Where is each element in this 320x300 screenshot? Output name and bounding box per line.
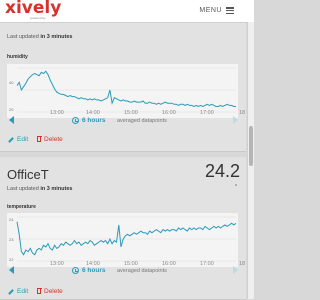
- duration-selector[interactable]: 6 hours: [82, 117, 105, 124]
- device-name[interactable]: OfficeT: [7, 167, 49, 182]
- duration-selector[interactable]: 6 hours: [82, 267, 105, 274]
- x-label: 15:00: [124, 110, 138, 116]
- device-card: OfficeT 24.2 c Last updated in 3 minutes…: [0, 157, 246, 300]
- scrollbar-thumb[interactable]: [249, 126, 253, 166]
- chevron-right-icon[interactable]: [233, 116, 238, 124]
- averaged-note: averaged datapoints: [117, 268, 167, 274]
- delete-button[interactable]: Delete: [44, 288, 63, 295]
- series-line: [16, 221, 237, 256]
- delete-button[interactable]: Delete: [44, 136, 63, 143]
- hamburger-icon[interactable]: [226, 7, 234, 15]
- x-label: 17:00: [200, 110, 214, 116]
- app-header: xively powered by MENU: [0, 0, 254, 23]
- y-tick: 20: [9, 107, 14, 112]
- temperature-chart-svg: [16, 216, 237, 262]
- current-value: 24.2: [204, 161, 240, 181]
- menu-button-label[interactable]: MENU: [199, 7, 222, 14]
- x-label: 18: [239, 110, 246, 116]
- value-unit: c: [235, 182, 237, 187]
- x-label: 16:00: [162, 261, 176, 267]
- y-tick: 24: [9, 217, 14, 222]
- channel-label: temperature: [7, 204, 36, 210]
- series-line: [16, 70, 236, 108]
- channel-label: humidity: [7, 54, 28, 60]
- chevron-left-icon[interactable]: [9, 266, 14, 274]
- device-card: Last updated in 3 minutes humidity 40 20…: [0, 23, 246, 152]
- y-tick: 40: [9, 80, 14, 85]
- pencil-icon: [8, 289, 14, 295]
- x-label: 14:00: [86, 110, 100, 116]
- averaged-note: averaged datapoints: [117, 118, 167, 124]
- x-label: 15:00: [124, 261, 138, 267]
- x-label: 18: [239, 261, 246, 267]
- x-label: 16:00: [162, 110, 176, 116]
- clock-icon: [72, 267, 79, 274]
- edit-button[interactable]: Edit: [17, 136, 28, 143]
- chevron-left-icon[interactable]: [9, 116, 14, 124]
- pencil-icon: [8, 137, 14, 143]
- x-label: 13:00: [50, 110, 64, 116]
- x-label: 13:00: [50, 261, 64, 267]
- trash-icon: [36, 287, 42, 294]
- last-updated: Last updated in 3 minutes: [7, 186, 73, 192]
- y-tick: 22: [9, 257, 14, 262]
- logo-subtitle: powered by: [30, 16, 46, 20]
- chevron-right-icon[interactable]: [233, 266, 238, 274]
- y-tick: 23: [9, 237, 14, 242]
- clock-icon: [72, 117, 79, 124]
- edit-button[interactable]: Edit: [17, 288, 28, 295]
- x-label: 17:00: [200, 261, 214, 267]
- last-updated: Last updated in 3 minutes: [7, 34, 73, 40]
- temperature-chart[interactable]: 24 23 22: [7, 213, 238, 267]
- trash-icon: [36, 135, 42, 142]
